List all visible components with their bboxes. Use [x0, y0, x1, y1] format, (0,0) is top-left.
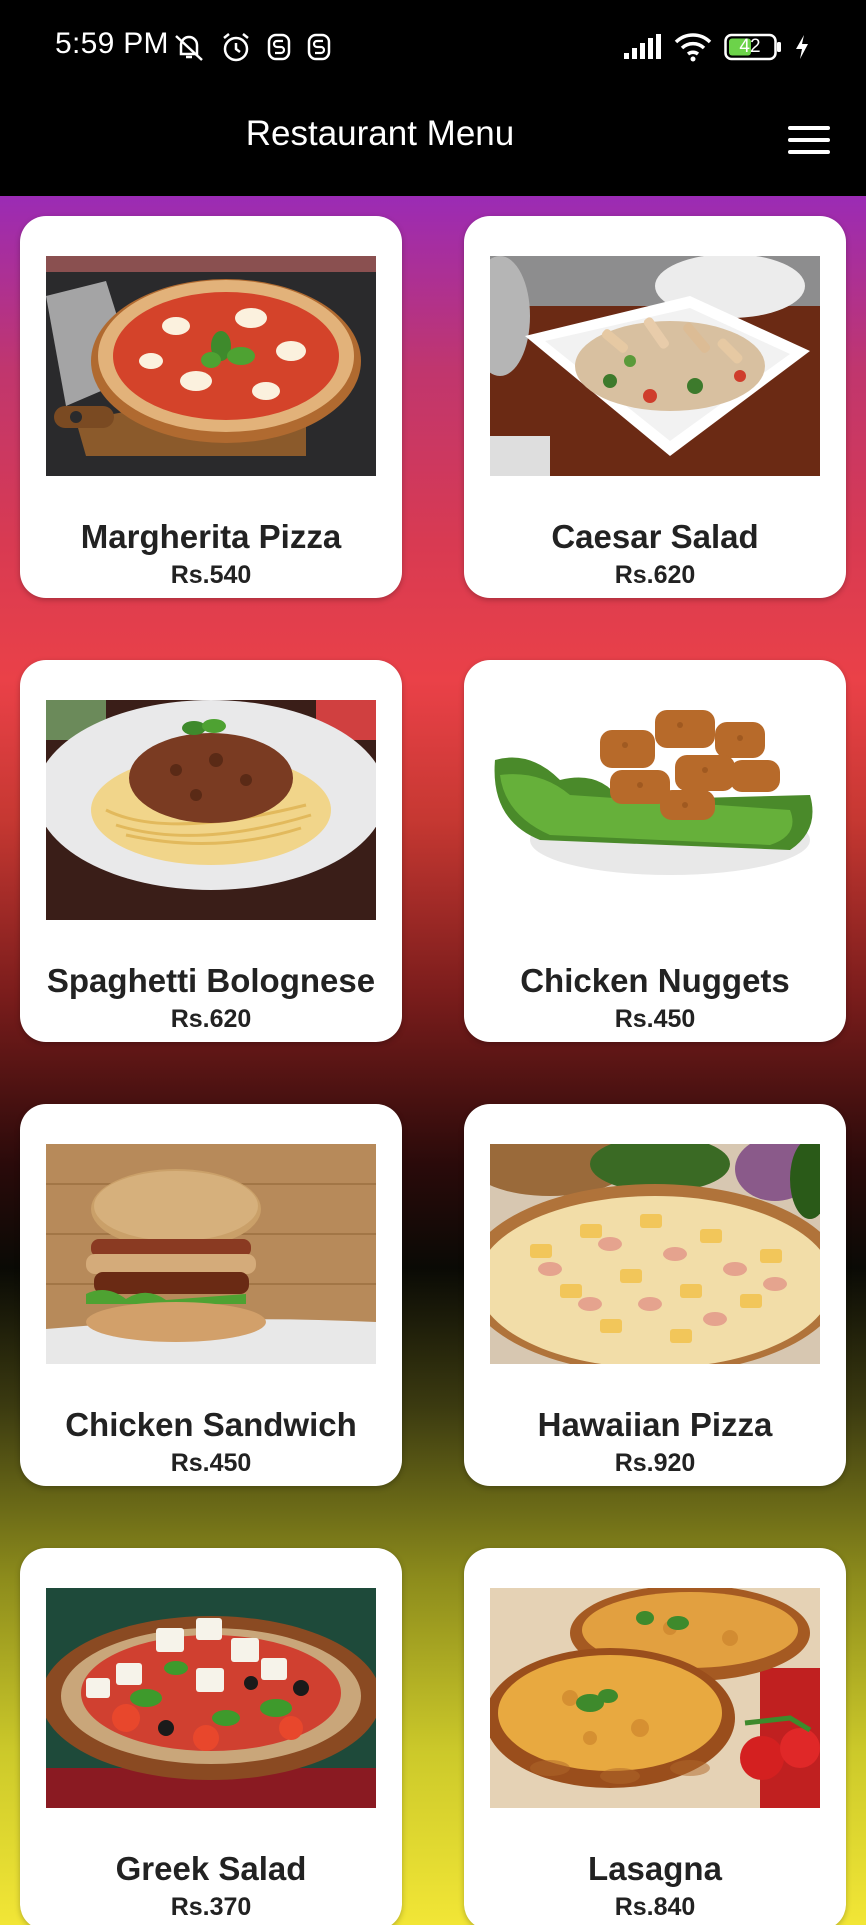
dish-name: Hawaiian Pizza	[537, 1406, 773, 1443]
menu-card-greek-salad[interactable]: Greek Salad Rs.370	[20, 1548, 402, 1925]
menu-card-chicken-nuggets[interactable]: Chicken Nuggets Rs.450	[464, 660, 846, 1042]
food-image-margherita-pizza	[46, 256, 376, 476]
food-image-hawaiian-pizza	[490, 1144, 820, 1364]
wifi-icon	[674, 32, 712, 67]
menu-card-lasagna[interactable]: Lasagna Rs.840	[464, 1548, 846, 1925]
food-image-chicken-nuggets	[490, 700, 820, 920]
dish-name: Spaghetti Bolognese	[46, 962, 376, 999]
food-image-spaghetti-bolognese	[46, 700, 376, 920]
battery-level: 42	[739, 36, 761, 57]
mute-icon	[172, 30, 206, 69]
dish-price: Rs.450	[614, 1005, 696, 1033]
dish-name: Caesar Salad	[551, 518, 759, 555]
dish-price: Rs.620	[614, 561, 696, 589]
menu-line	[788, 126, 830, 130]
status-left-icons	[172, 30, 332, 69]
hamburger-menu-icon[interactable]	[782, 118, 836, 162]
dish-price: Rs.450	[170, 1449, 252, 1477]
dish-name: Margherita Pizza	[80, 518, 342, 555]
food-image-chicken-sandwich	[46, 1144, 376, 1364]
food-image-caesar-salad	[490, 256, 820, 476]
dish-name: Greek Salad	[115, 1850, 307, 1887]
dish-price: Rs.840	[614, 1893, 696, 1921]
signal-icon	[622, 33, 662, 66]
dish-price: Rs.540	[170, 561, 252, 589]
dish-price: Rs.920	[614, 1449, 696, 1477]
menu-card-margherita-pizza[interactable]: Margherita Pizza Rs.540	[20, 216, 402, 598]
charging-icon	[794, 33, 810, 66]
battery-icon: 42	[724, 33, 782, 66]
status-bar: 5:59 PM 42	[0, 0, 866, 96]
menu-card-spaghetti-bolognese[interactable]: Spaghetti Bolognese Rs.620	[20, 660, 402, 1042]
menu-line	[788, 138, 830, 142]
menu-card-chicken-sandwich[interactable]: Chicken Sandwich Rs.450	[20, 1104, 402, 1486]
status-right-icons: 42	[622, 32, 810, 67]
s-app-icon	[266, 30, 292, 69]
menu-grid: Margherita Pizza Rs.540 Caesar Salad Rs.…	[0, 196, 866, 1925]
status-time: 5:59 PM	[55, 27, 169, 60]
page-title: Restaurant Menu	[245, 114, 515, 153]
dish-price: Rs.370	[170, 1893, 252, 1921]
dish-name: Chicken Sandwich	[65, 1406, 357, 1443]
alarm-icon	[220, 30, 252, 69]
menu-line	[788, 150, 830, 154]
food-image-greek-salad	[46, 1588, 376, 1808]
dish-name: Chicken Nuggets	[520, 962, 790, 999]
menu-card-hawaiian-pizza[interactable]: Hawaiian Pizza Rs.920	[464, 1104, 846, 1486]
app-bar: Restaurant Menu	[0, 96, 866, 196]
dish-name: Lasagna	[588, 1850, 722, 1887]
food-image-lasagna	[490, 1588, 820, 1808]
s-app-icon	[306, 30, 332, 69]
dish-price: Rs.620	[170, 1005, 252, 1033]
menu-card-caesar-salad[interactable]: Caesar Salad Rs.620	[464, 216, 846, 598]
